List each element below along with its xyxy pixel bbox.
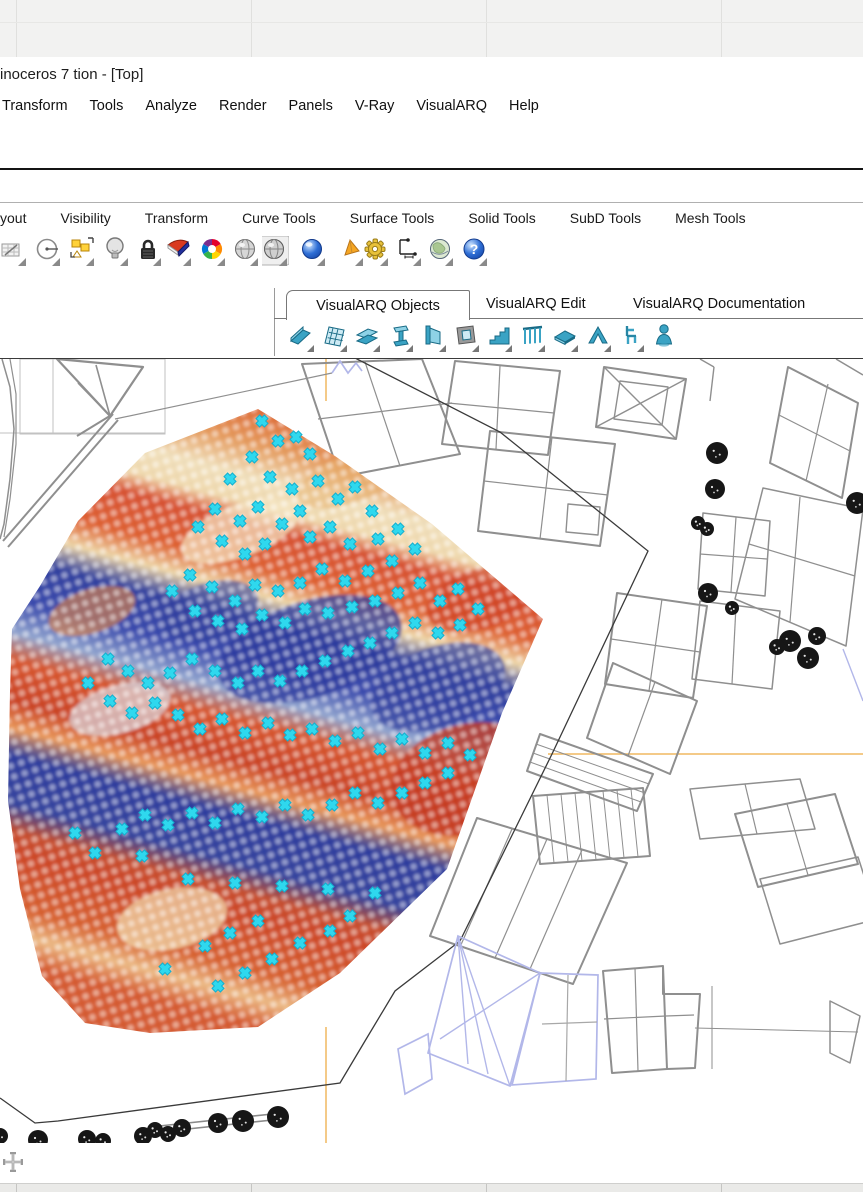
container-tab-yout[interactable]: yout <box>0 210 26 232</box>
furniture-icon[interactable] <box>618 322 646 354</box>
tree-icon <box>725 601 739 615</box>
svg-text:?: ? <box>470 241 479 257</box>
tree-icon <box>0 1128 8 1144</box>
main-toolbar: ? <box>0 236 863 278</box>
window-icon[interactable] <box>453 322 481 354</box>
container-tab-visibility[interactable]: Visibility <box>60 210 110 232</box>
window-title: inoceros 7 tion - [Top] <box>0 66 143 83</box>
tree-icon <box>808 627 826 645</box>
wall-icon[interactable] <box>288 322 316 354</box>
curtain-wall-icon[interactable] <box>321 322 349 354</box>
grid-line <box>251 0 252 57</box>
stair-icon[interactable] <box>486 322 514 354</box>
container-tab-mesh-tools[interactable]: Mesh Tools <box>675 210 746 232</box>
shaded-sphere-icon[interactable] <box>233 236 259 268</box>
block-instances-icon[interactable] <box>69 236 95 268</box>
building-outline <box>663 966 700 1069</box>
container-tab-curve-tools[interactable]: Curve Tools <box>242 210 316 232</box>
menu-item-analyze[interactable]: Analyze <box>145 98 197 120</box>
tab-visualarq-edit[interactable]: VisualARQ Edit <box>486 296 586 312</box>
tree-icon <box>797 647 819 669</box>
building-outline <box>57 359 143 416</box>
slab-stack-icon[interactable] <box>354 322 382 354</box>
lock-icon[interactable] <box>136 236 162 268</box>
blue-sphere-icon[interactable] <box>300 236 326 268</box>
tab-visualarq-documentation[interactable]: VisualARQ Documentation <box>633 296 805 312</box>
roof-icon[interactable] <box>585 322 613 354</box>
tab-row-separator <box>0 202 863 203</box>
menu-item-panels[interactable]: Panels <box>289 98 333 120</box>
top-viewport[interactable] <box>0 358 863 1144</box>
title-bar: inoceros 7 tion - [Top] <box>0 60 863 88</box>
background-spreadsheet-grid <box>0 0 863 57</box>
door-icon[interactable] <box>420 322 448 354</box>
menu-item-visualarq[interactable]: VisualARQ <box>416 98 487 120</box>
building-outline <box>690 779 815 839</box>
grid-line <box>721 0 722 57</box>
railing-icon[interactable] <box>519 322 547 354</box>
lamp-icon[interactable] <box>103 236 129 268</box>
tree-icon <box>846 492 863 514</box>
color-wheel-icon[interactable] <box>200 236 226 268</box>
container-tab-transform[interactable]: Transform <box>145 210 208 232</box>
render-mesh-icon[interactable] <box>166 236 192 268</box>
building-outline <box>0 359 14 539</box>
container-tab-surface-tools[interactable]: Surface Tools <box>350 210 435 232</box>
container-tab-subd-tools[interactable]: SubD Tools <box>570 210 641 232</box>
gear-icon[interactable] <box>363 236 389 268</box>
tree-icon <box>28 1130 48 1144</box>
tree-icon <box>698 583 718 603</box>
space-person-icon[interactable] <box>651 322 679 354</box>
cone-icon[interactable] <box>338 236 364 268</box>
tree-icon <box>705 479 725 499</box>
menu-item-transform[interactable]: Transform <box>2 98 68 120</box>
grid-line <box>16 0 17 57</box>
menu-item-vray[interactable]: V-Ray <box>355 98 395 120</box>
drafting-plan-icon[interactable] <box>1 236 27 268</box>
tree-icon <box>700 522 714 536</box>
dimension-icon[interactable] <box>396 236 422 268</box>
menu-bar: Transform Tools Analyze Render Panels V-Ray Vi… <box>2 98 862 120</box>
toolbar-container-tabs: yout Visibility Transform Curve Tools Surfac… <box>0 210 863 232</box>
tree-icon <box>706 442 728 464</box>
menu-item-render[interactable]: Render <box>219 98 267 120</box>
column-icon[interactable] <box>387 322 415 354</box>
tree-icon <box>208 1113 228 1133</box>
earth-icon[interactable] <box>428 236 454 268</box>
grid-line <box>0 22 863 23</box>
container-tab-solid-tools[interactable]: Solid Tools <box>468 210 535 232</box>
slab-icon[interactable] <box>552 322 580 354</box>
viewport-canvas[interactable] <box>0 359 863 1144</box>
rendered-sphere-icon[interactable] <box>262 236 288 268</box>
tree-icon <box>769 639 785 655</box>
building-outline <box>760 857 863 944</box>
viewport-footer-area <box>0 1143 863 1183</box>
building-outline <box>735 794 858 887</box>
tree-icon <box>267 1106 289 1128</box>
grid-line <box>486 0 487 57</box>
menu-item-help[interactable]: Help <box>509 98 539 120</box>
command-area-separator <box>0 168 863 170</box>
crosshair-plus-icon <box>3 1152 23 1172</box>
help-icon[interactable]: ? <box>462 236 488 268</box>
circle-center-icon[interactable] <box>35 236 61 268</box>
menu-item-tools[interactable]: Tools <box>90 98 124 120</box>
tree-icon <box>232 1110 254 1132</box>
tree-icon <box>78 1130 96 1144</box>
tab-visualarq-objects[interactable]: VisualARQ Objects <box>286 290 470 320</box>
solar-heatmap <box>0 389 600 1089</box>
tree-icon <box>173 1119 191 1137</box>
toolbar-group-separator <box>274 288 275 356</box>
